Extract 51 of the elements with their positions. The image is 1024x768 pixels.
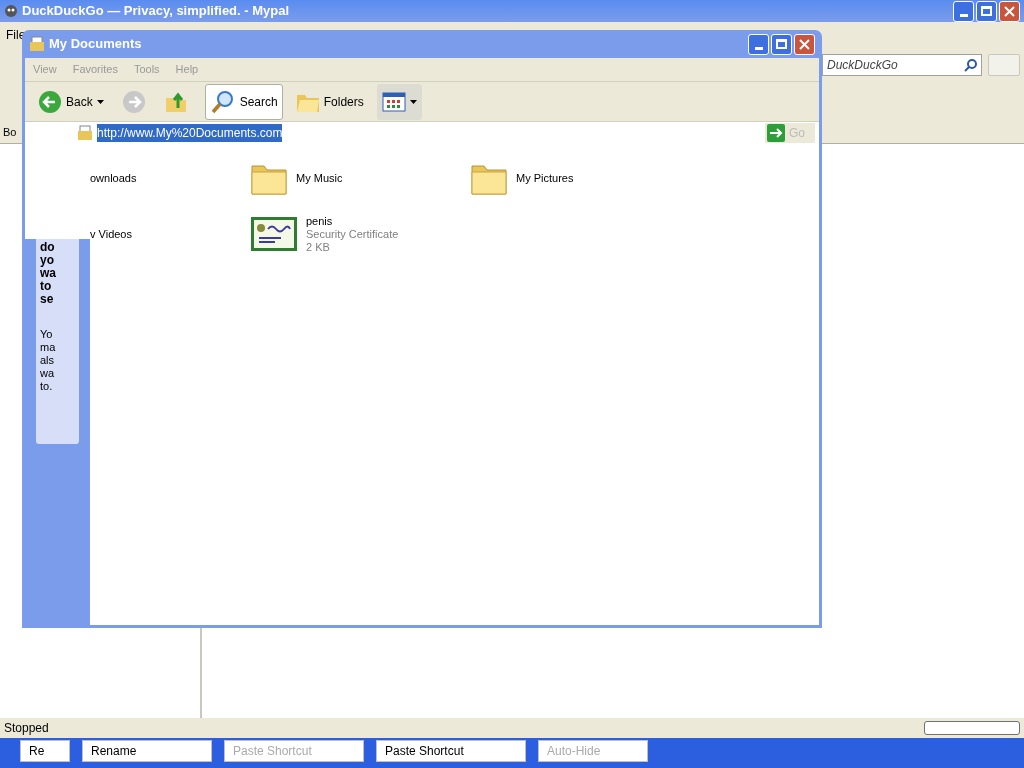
minimize-icon <box>959 13 968 17</box>
item-name[interactable]: ownloads <box>90 171 137 185</box>
item-name[interactable]: penis <box>306 214 399 228</box>
close-button[interactable] <box>794 33 815 55</box>
window-title: My Documents <box>49 35 143 54</box>
sidebar-label: Bo <box>3 125 17 141</box>
maximize-button[interactable] <box>771 33 792 55</box>
views-button[interactable] <box>376 83 422 120</box>
search-field[interactable]: DuckDuckGo <box>822 54 982 76</box>
maximize-button[interactable] <box>976 0 997 22</box>
task-body-text: wa <box>40 367 56 380</box>
task-heading-text: wa <box>40 267 57 280</box>
address-field[interactable]: http://www.My%20Documents.com <box>77 122 765 144</box>
item-name[interactable]: My Music <box>296 171 343 185</box>
views-grid-icon <box>381 91 406 112</box>
status-text: Stopped <box>4 720 49 737</box>
documents-icon <box>29 36 45 52</box>
taskbar-fragment[interactable]: Rename <box>82 740 212 762</box>
task-body-text: Yo <box>40 328 54 341</box>
maximize-icon <box>776 39 787 49</box>
task-heading-text: do <box>40 241 56 254</box>
task-heading-text: se <box>40 293 55 306</box>
task-body-text: ma <box>40 341 57 354</box>
task-body-text: als <box>40 354 56 367</box>
certificate-icon <box>250 216 298 252</box>
task-heading-text: yo <box>40 254 55 267</box>
close-icon <box>799 38 810 50</box>
item-name[interactable]: My Pictures <box>516 171 574 185</box>
caret-icon <box>96 99 104 104</box>
documents-icon <box>77 125 93 141</box>
search-button[interactable]: Search <box>204 83 283 120</box>
maximize-icon <box>981 6 992 16</box>
taskbar-fragment[interactable]: Paste Shortcut <box>376 740 526 762</box>
window-title: DuckDuckGo — Privacy, simplified. - Mypal <box>22 2 291 21</box>
search-icon <box>964 58 978 72</box>
caret-icon <box>409 99 417 104</box>
taskbar-fragment[interactable]: Re <box>20 740 70 762</box>
close-icon <box>1004 5 1015 17</box>
item-type: Security Certificate <box>306 227 399 241</box>
item-name[interactable]: v Videos <box>90 227 132 241</box>
task-heading-text: to <box>40 280 53 293</box>
raccoon-icon <box>4 4 18 18</box>
search-icon <box>209 88 236 115</box>
minimize-icon <box>754 46 763 50</box>
minimize-button[interactable] <box>953 0 974 22</box>
item-size: 2 KB <box>306 240 331 254</box>
folders-button[interactable]: Folders <box>290 83 369 120</box>
close-button[interactable] <box>999 0 1020 22</box>
minimize-button[interactable] <box>748 33 769 55</box>
task-body-text: to. <box>40 380 54 393</box>
back-button[interactable]: Back <box>33 83 109 120</box>
